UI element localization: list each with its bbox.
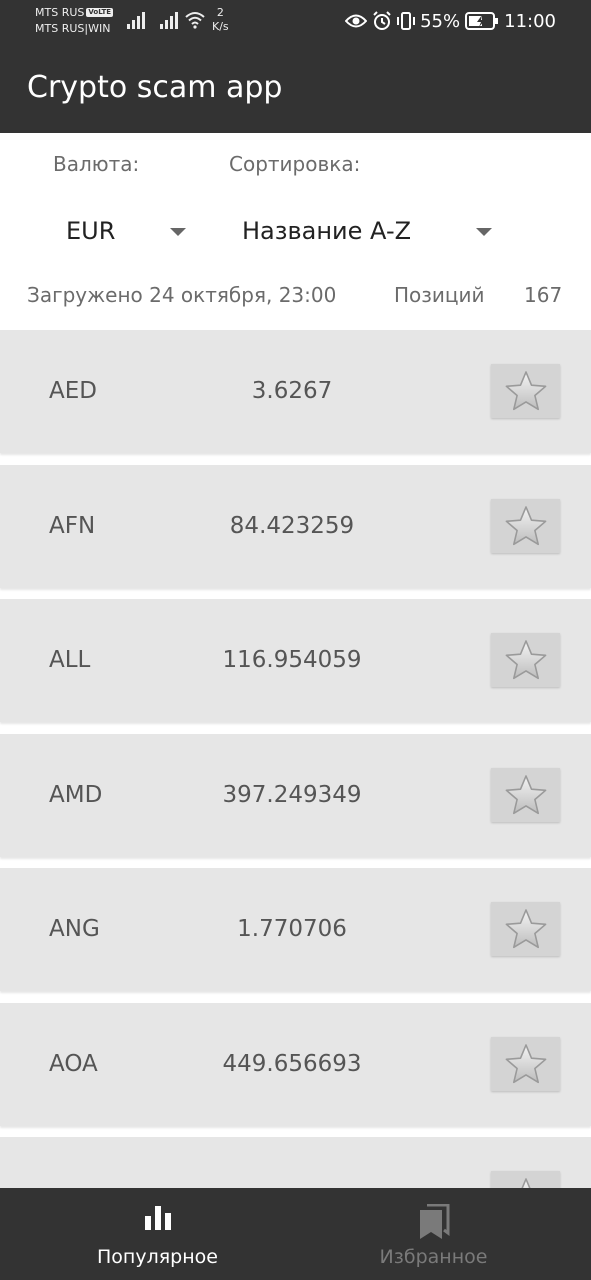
carrier-1: MTS RUS (35, 6, 85, 19)
currency-code: AED (49, 378, 97, 404)
status-bar: MTS RUS VoLTE MTS RUS|WIN 2 K/s 55% 11:0… (0, 0, 591, 41)
currency-rate: 116.954059 (222, 647, 362, 673)
favorite-button[interactable] (491, 633, 560, 687)
clock: 11:00 (504, 10, 556, 32)
currency-label: Валюта: (53, 152, 140, 176)
currency-row[interactable]: AFN 84.423259 (0, 464, 591, 588)
sort-value: Название A-Z (242, 217, 412, 245)
signal-icon (127, 12, 145, 29)
currency-code: AFN (49, 512, 96, 539)
sort-select[interactable]: Название A-Z (220, 212, 510, 252)
star-icon (505, 371, 546, 411)
favorite-button[interactable] (491, 767, 560, 822)
nav-popular[interactable]: Популярное (10, 1188, 305, 1280)
currency-code: ALL (49, 647, 91, 673)
currency-rate: 3.6267 (251, 378, 333, 404)
wifi-icon (185, 12, 205, 29)
currency-value: EUR (66, 217, 116, 245)
nav-favorites-label: Избранное (379, 1246, 488, 1268)
speed-value: 2 (216, 6, 224, 19)
nav-favorites[interactable]: Избранное (286, 1188, 581, 1280)
positions-count: 167 (524, 283, 563, 307)
vibrate-icon (397, 12, 416, 30)
currency-row[interactable]: AMD 397.249349 (0, 733, 591, 857)
favorite-button[interactable] (491, 1036, 560, 1091)
volte-badge: VoLTE (86, 8, 114, 17)
currency-row[interactable]: AED 3.6267 (0, 330, 591, 453)
star-icon (505, 774, 546, 814)
chevron-down-icon (476, 228, 492, 236)
favorite-button[interactable] (491, 902, 560, 956)
bar-chart-icon (144, 1206, 171, 1230)
currency-row[interactable]: ANG 1.770706 (0, 868, 591, 991)
favorite-button[interactable] (491, 498, 560, 553)
star-icon (505, 909, 546, 949)
star-icon (505, 505, 546, 545)
positions-label: Позиций (394, 283, 485, 307)
currency-rate: 84.423259 (229, 512, 355, 539)
network-speed: 2 K/s (212, 6, 229, 34)
bookmark-icon (419, 1204, 449, 1239)
battery-icon (465, 12, 499, 30)
app-bar: Crypto scam app (0, 41, 591, 133)
signal-icon-2 (160, 12, 178, 29)
speed-unit: K/s (212, 20, 229, 33)
carrier-info: MTS RUS VoLTE MTS RUS|WIN (35, 5, 114, 37)
favorite-button[interactable] (491, 364, 560, 418)
bottom-nav: Популярное Избранное (0, 1188, 591, 1280)
currency-row[interactable]: ALL 116.954059 (0, 599, 591, 722)
status-right: 55% 11:00 (345, 9, 556, 33)
app-title: Crypto scam app (27, 70, 283, 105)
carrier-2: MTS RUS|WIN (35, 22, 111, 35)
alarm-icon (373, 11, 391, 30)
chevron-down-icon (170, 228, 186, 236)
battery-percent: 55% (420, 10, 461, 32)
nav-popular-label: Популярное (97, 1246, 218, 1268)
currency-code: ANG (49, 916, 100, 942)
sort-label: Сортировка: (229, 152, 361, 176)
currency-select[interactable]: EUR (40, 212, 200, 252)
currency-rate: 397.249349 (222, 781, 362, 808)
screen: MTS RUS VoLTE MTS RUS|WIN 2 K/s 55% 11:0… (0, 0, 591, 1280)
star-icon (505, 640, 546, 680)
currency-code: AOA (49, 1050, 98, 1077)
loaded-timestamp: Загружено 24 октября, 23:00 (27, 283, 337, 307)
star-icon (505, 1043, 546, 1083)
currency-code: AMD (49, 781, 103, 808)
currency-rate: 449.656693 (222, 1050, 362, 1077)
eye-icon (345, 14, 368, 28)
currency-row[interactable]: AOA 449.656693 (0, 1002, 591, 1126)
currency-rate: 1.770706 (237, 916, 347, 942)
